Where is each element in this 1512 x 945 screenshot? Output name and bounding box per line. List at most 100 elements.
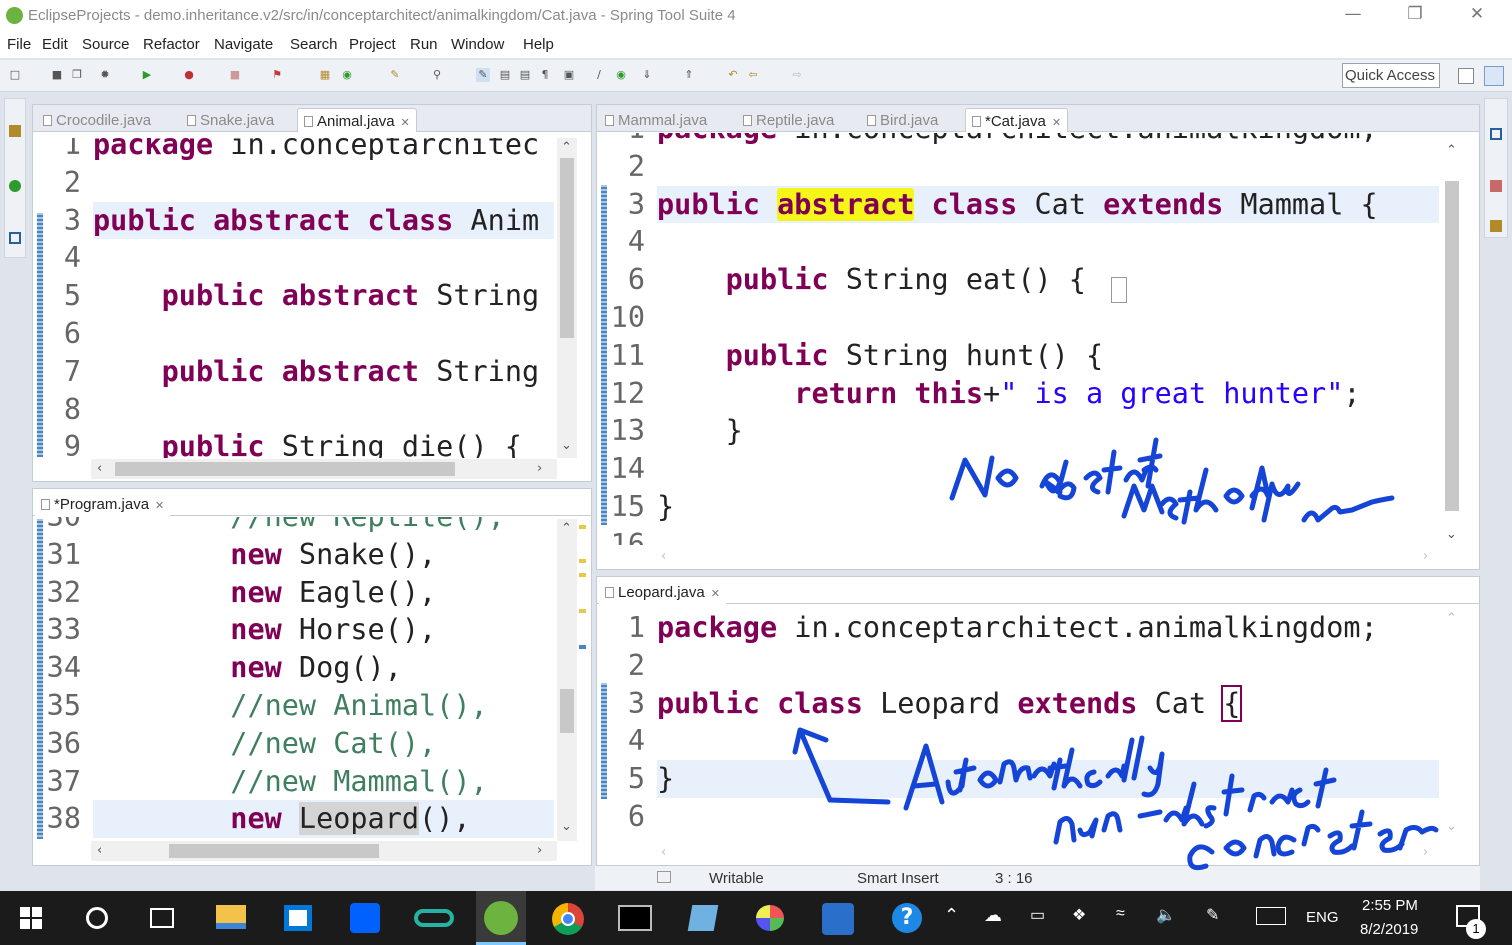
horizontal-scrollbar[interactable]: ‹ ›: [655, 547, 1441, 567]
task-view-icon[interactable]: [150, 908, 174, 928]
clock-date[interactable]: 8/2/2019: [1360, 921, 1418, 938]
spring-symbols-icon[interactable]: [1490, 220, 1502, 232]
horizontal-scrollbar[interactable]: ‹ ›: [91, 841, 557, 861]
windows-start-icon[interactable]: [20, 907, 42, 929]
close-icon[interactable]: ✕: [1462, 4, 1492, 24]
wifi-icon[interactable]: ≈: [1116, 905, 1125, 923]
horizontal-scrollbar[interactable]: ‹ ›: [655, 843, 1441, 863]
tab-crocodile[interactable]: Crocodile.java: [37, 108, 157, 132]
code-editor[interactable]: 1 package in.conceptarchitect.animalkingd…: [607, 133, 1439, 545]
save-icon[interactable]: ■: [50, 68, 64, 82]
back-icon[interactable]: ↶: [726, 68, 740, 82]
close-tab-icon[interactable]: ✕: [401, 117, 410, 129]
outline-icon[interactable]: [1490, 128, 1502, 140]
code-token: in.conceptarchitec: [230, 138, 540, 161]
menu-project[interactable]: Project: [349, 36, 396, 53]
toggle-mark-icon[interactable]: ✎: [476, 68, 490, 82]
vertical-scrollbar[interactable]: ⌃ ⌄: [1442, 141, 1462, 547]
save-all-icon[interactable]: ❐: [70, 68, 84, 82]
clock-time[interactable]: 2:55 PM: [1362, 897, 1418, 914]
menu-window[interactable]: Window: [451, 36, 504, 53]
tab-bird[interactable]: Bird.java: [861, 108, 944, 132]
task-list-icon[interactable]: [1490, 180, 1502, 192]
boot-dashboard-icon[interactable]: ◉: [614, 68, 628, 82]
menu-search[interactable]: Search: [290, 36, 338, 53]
dropbox-icon[interactable]: [350, 903, 380, 933]
file-explorer-icon[interactable]: [216, 905, 246, 929]
run-icon[interactable]: ▶: [140, 68, 154, 82]
package-explorer-icon[interactable]: [9, 125, 21, 137]
dropbox-tray-icon[interactable]: ❖: [1072, 905, 1086, 925]
paint-icon[interactable]: [756, 905, 784, 931]
tab-cat[interactable]: *Cat.java ✕: [965, 108, 1069, 132]
console-icon[interactable]: ▣: [562, 68, 576, 82]
search-icon[interactable]: ⚲: [430, 68, 444, 82]
menu-run[interactable]: Run: [410, 36, 438, 53]
forward-icon[interactable]: ⇨: [790, 68, 804, 82]
close-tab-icon[interactable]: ✕: [711, 588, 720, 600]
prev-annotation-icon[interactable]: ⇑: [682, 68, 696, 82]
code-editor[interactable]: 1 package in.conceptarchitec 2 3 public abst…: [33, 138, 554, 458]
word-wrap-icon[interactable]: ▤: [498, 68, 512, 82]
open-type-icon[interactable]: ✎: [388, 68, 402, 82]
line-number: 3: [627, 187, 645, 221]
overview-ruler: [579, 521, 587, 771]
code-editor[interactable]: 30 //new Reptile(), 31 new Snake(), 32 new…: [43, 517, 554, 839]
cortana-icon[interactable]: [86, 907, 108, 929]
java-perspective-icon[interactable]: [1484, 66, 1504, 86]
notes-icon[interactable]: [687, 905, 719, 931]
onedrive-icon[interactable]: ☁: [984, 905, 1002, 926]
restore-icon[interactable]: ❐: [1400, 4, 1430, 24]
vertical-scrollbar[interactable]: ⌃ ⌄: [557, 138, 577, 458]
code-editor[interactable]: 1 package in.conceptarchitect.animalkingd…: [607, 609, 1439, 839]
menu-refactor[interactable]: Refactor: [143, 36, 200, 53]
close-tab-icon[interactable]: ✕: [155, 500, 164, 512]
close-tab-icon[interactable]: ✕: [1052, 117, 1061, 129]
spring-tool-suite-icon[interactable]: [476, 891, 526, 945]
tab-program[interactable]: *Program.java ✕: [35, 492, 171, 516]
volume-icon[interactable]: 🔈: [1156, 905, 1176, 925]
next-annotation-icon[interactable]: ⇓: [640, 68, 654, 82]
horizontal-scrollbar[interactable]: ‹ ›: [91, 459, 557, 479]
vertical-scrollbar[interactable]: ⌃ ⌄: [557, 519, 577, 841]
tab-snake[interactable]: Snake.java: [181, 108, 280, 132]
tab-animal[interactable]: Animal.java ✕: [297, 108, 417, 132]
new-icon[interactable]: □: [8, 68, 22, 82]
tab-reptile[interactable]: Reptile.java: [737, 108, 840, 132]
tab-mammal[interactable]: Mammal.java: [599, 108, 713, 132]
tab-leopard[interactable]: Leopard.java ✕: [599, 580, 726, 604]
whitespace-icon[interactable]: ¶: [538, 68, 552, 82]
folded-code-marker[interactable]: [1111, 277, 1127, 303]
block-select-icon[interactable]: ▤: [518, 68, 532, 82]
vertical-scrollbar[interactable]: ⌃ ⌄: [1442, 609, 1462, 841]
language-indicator[interactable]: ENG: [1306, 909, 1339, 926]
help-icon[interactable]: ?: [892, 903, 922, 933]
keyboard-icon[interactable]: [1256, 907, 1286, 925]
external-tools-icon[interactable]: ⚑: [270, 68, 284, 82]
menu-file[interactable]: File: [7, 36, 31, 53]
battery-icon[interactable]: ▭: [1030, 905, 1045, 925]
quick-access-field[interactable]: Quick Access: [1342, 63, 1440, 88]
menu-help[interactable]: Help: [523, 36, 554, 53]
store-icon[interactable]: [284, 905, 312, 931]
debug-icon[interactable]: ✹: [98, 68, 112, 82]
menu-source[interactable]: Source: [82, 36, 130, 53]
chrome-icon[interactable]: [552, 903, 584, 935]
arduino-icon[interactable]: [414, 909, 454, 927]
stop-icon[interactable]: ■: [228, 68, 242, 82]
vs-installer-icon[interactable]: [822, 903, 854, 935]
boot-dashboard-icon[interactable]: [9, 180, 21, 192]
pen-icon[interactable]: ✎: [1206, 905, 1219, 925]
show-hidden-icons[interactable]: ⌃: [944, 905, 959, 926]
new-class-icon[interactable]: ◉: [340, 68, 354, 82]
new-package-icon[interactable]: ▦: [318, 68, 332, 82]
open-perspective-icon[interactable]: [1458, 68, 1474, 84]
terminal-icon[interactable]: [618, 905, 652, 931]
minimize-icon[interactable]: —: [1338, 4, 1368, 24]
menu-navigate[interactable]: Navigate: [214, 36, 273, 53]
coverage-icon[interactable]: ●: [182, 68, 196, 82]
console-view-icon[interactable]: [9, 232, 21, 244]
menu-edit[interactable]: Edit: [42, 36, 68, 53]
backward-icon[interactable]: ⇦: [746, 68, 760, 82]
skip-breakpoints-icon[interactable]: ∕: [592, 68, 606, 82]
